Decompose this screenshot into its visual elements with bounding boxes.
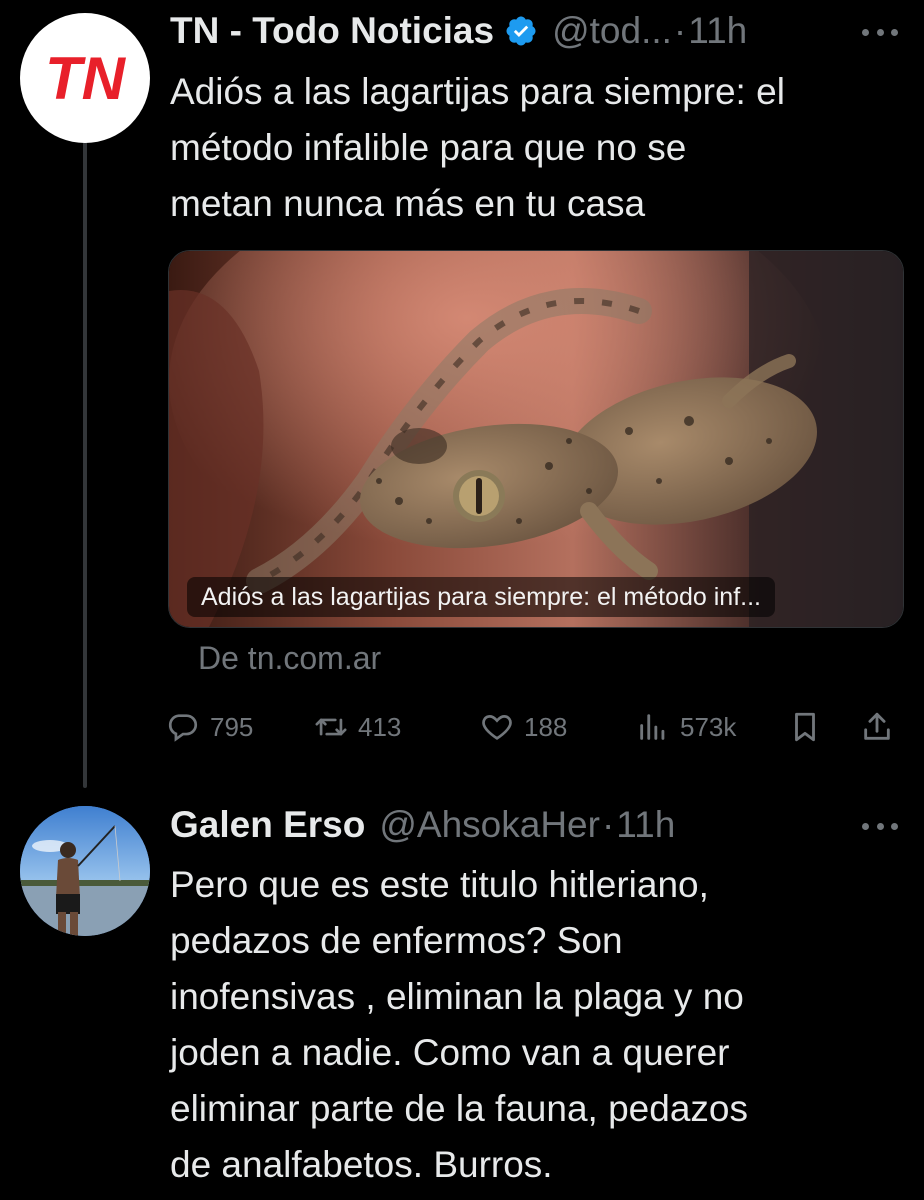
tweet-text-line: pedazos de enfermos? Son: [170, 920, 623, 961]
bookmark-icon: [795, 712, 815, 742]
verified-badge-icon: [506, 16, 536, 46]
like-count: 188: [524, 712, 568, 742]
retweet-button[interactable]: 413: [314, 704, 401, 750]
tn-logo-icon: TN: [45, 45, 127, 112]
tweet-text-line: eliminar parte de la fauna, pedazos: [170, 1088, 748, 1129]
views-count: 573k: [680, 712, 737, 742]
heart-icon: [482, 715, 512, 740]
like-button[interactable]: 188: [480, 704, 567, 750]
separator: ·: [673, 10, 687, 51]
tweet-text-line: método infalible para que no se: [170, 127, 687, 168]
retweet-icon: [315, 718, 347, 736]
tweet-actions: 795 413 188 573k: [166, 704, 906, 750]
tweet-text-line: Adiós a las lagartijas para siempre: el: [170, 71, 785, 112]
card-caption: Adiós a las lagartijas para siempre: el …: [187, 577, 775, 617]
author-handle[interactable]: @tod...: [552, 10, 672, 52]
card-source[interactable]: De tn.com.ar: [198, 640, 381, 677]
retweet-count: 413: [358, 712, 402, 742]
tweet-text: Adiós a las lagartijas para siempre: el …: [170, 64, 900, 232]
share-button[interactable]: [860, 704, 904, 750]
thread-connector-line: [83, 140, 87, 788]
link-card[interactable]: Adiós a las lagartijas para siempre: el …: [168, 250, 904, 628]
tweet-text-line: inofensivas , eliminan la plaga y no: [170, 976, 744, 1017]
tweet-text-line: metan nunca más en tu casa: [170, 183, 646, 224]
tweet-header: TN - Todo Noticias @tod... · 11h: [170, 8, 747, 54]
timestamp[interactable]: 11h: [616, 804, 675, 846]
reply-count: 795: [210, 712, 254, 742]
timestamp[interactable]: 11h: [688, 10, 747, 52]
more-options-icon[interactable]: [862, 821, 898, 831]
avatar[interactable]: TN: [20, 13, 150, 143]
reply-button[interactable]: 795: [166, 704, 253, 750]
tweet-text-line: de analfabetos. Burros.: [170, 1144, 553, 1185]
author-handle[interactable]: @AhsokaHer: [379, 804, 600, 846]
more-options-icon[interactable]: [862, 27, 898, 37]
views-button[interactable]: 573k: [636, 704, 736, 750]
author-name[interactable]: Galen Erso: [170, 804, 365, 846]
reply-icon: [168, 714, 198, 742]
share-icon: [864, 712, 890, 740]
avatar-photo: [20, 806, 150, 936]
tweet-text-line: Pero que es este titulo hitleriano,: [170, 864, 709, 905]
tweet-text-line: joden a nadie. Como van a querer: [170, 1032, 730, 1073]
author-name[interactable]: TN - Todo Noticias: [170, 10, 494, 52]
svg-text:TN: TN: [45, 45, 127, 112]
bookmark-button[interactable]: [788, 704, 832, 750]
separator: ·: [601, 804, 615, 845]
views-icon: [640, 714, 665, 740]
tweet-header: Galen Erso @AhsokaHer · 11h: [170, 802, 675, 848]
avatar[interactable]: [20, 806, 150, 936]
tweet-text: Pero que es este titulo hitleriano, peda…: [170, 857, 910, 1193]
gecko-photo: [169, 251, 903, 627]
